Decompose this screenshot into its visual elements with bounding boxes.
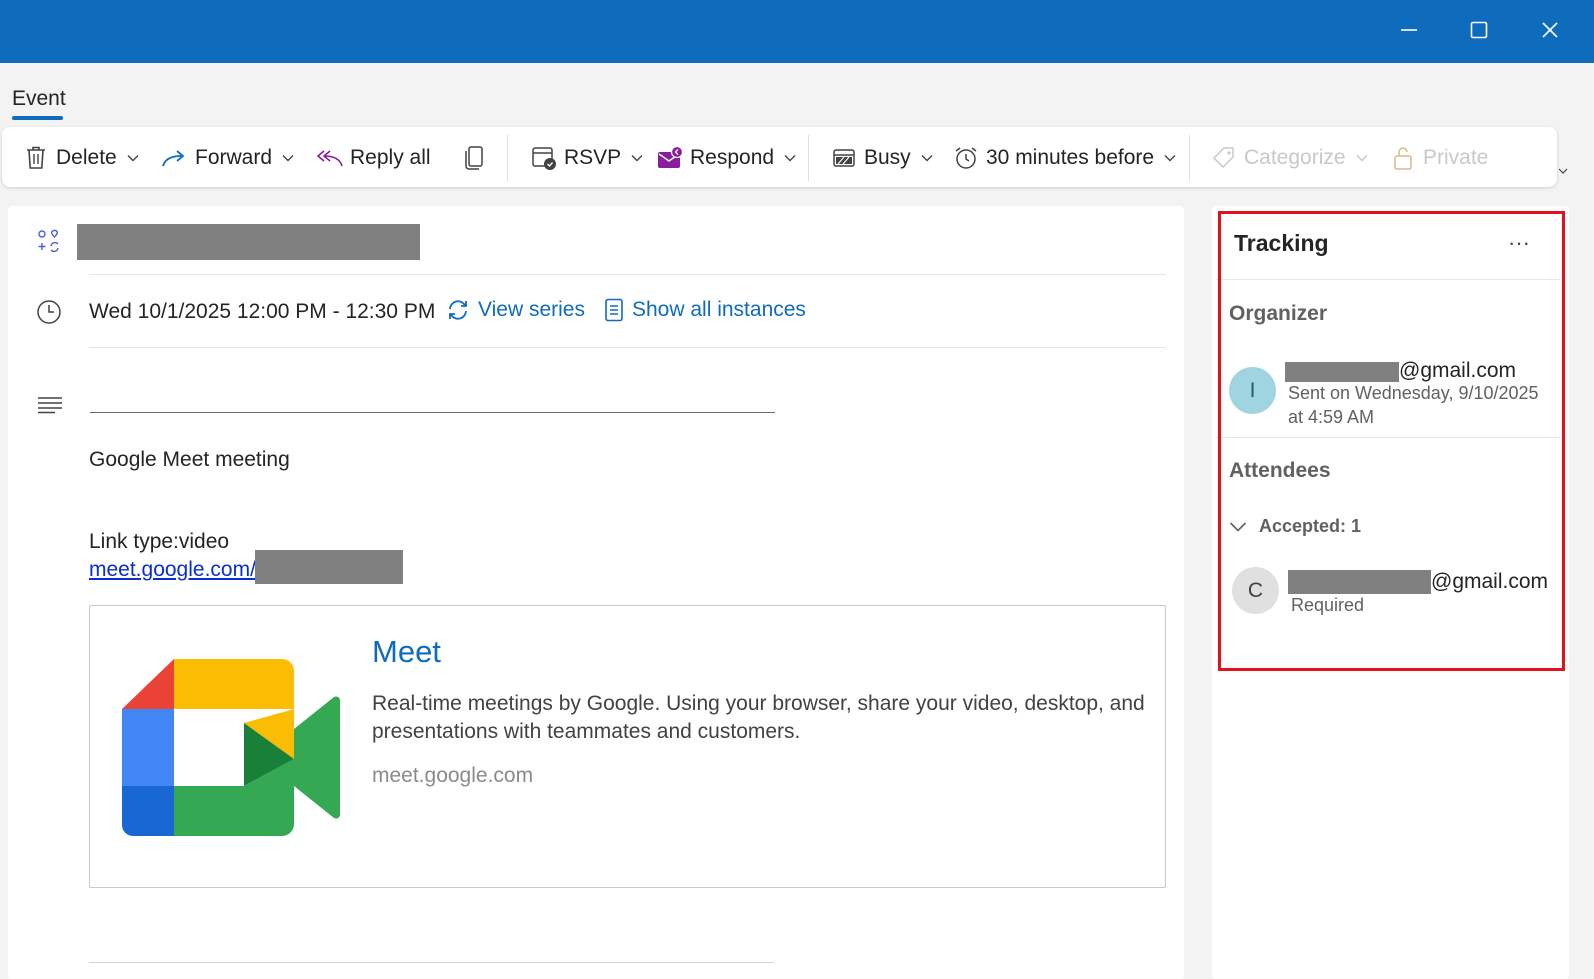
organizer-avatar[interactable]: I xyxy=(1229,367,1276,414)
rsvp-label: RSVP xyxy=(564,146,622,169)
lock-icon xyxy=(1389,144,1417,172)
delete-button[interactable]: Delete xyxy=(22,139,139,177)
preview-description: Real-time meetings by Google. Using your… xyxy=(372,692,1145,743)
private-button[interactable]: Private xyxy=(1389,139,1488,177)
chevron-down-icon xyxy=(1229,521,1247,533)
ribbon-tabs: Event xyxy=(0,63,1594,125)
delete-label: Delete xyxy=(56,146,117,169)
maximize-icon xyxy=(1470,21,1488,39)
busy-status-icon xyxy=(830,144,858,172)
accepted-label: Accepted: 1 xyxy=(1259,516,1362,536)
chevron-down-icon[interactable] xyxy=(1356,154,1368,162)
chevron-down-icon[interactable] xyxy=(1164,154,1176,162)
forward-arrow-icon xyxy=(161,144,189,172)
tab-active-indicator xyxy=(12,116,63,120)
body-separator-line xyxy=(90,412,775,413)
divider xyxy=(1216,279,1560,280)
alarm-clock-icon xyxy=(952,144,980,172)
organizer-heading: Organizer xyxy=(1229,302,1328,325)
forward-button[interactable]: Forward xyxy=(161,139,294,177)
divider xyxy=(89,347,1166,348)
preview-domain: meet.google.com xyxy=(372,764,534,787)
preview-title[interactable]: Meet xyxy=(372,634,441,670)
organizer-email-redacted xyxy=(1285,362,1399,382)
rsvp-button[interactable]: RSVP xyxy=(530,139,643,177)
subject-redacted xyxy=(77,224,420,260)
chevron-down-icon[interactable] xyxy=(921,154,933,162)
calendar-rsvp-icon xyxy=(530,144,558,172)
divider xyxy=(1216,437,1560,438)
toolbar-separator xyxy=(507,135,508,181)
trash-icon xyxy=(22,144,50,172)
organizer-email[interactable]: @gmail.com xyxy=(1399,359,1516,383)
clock-icon xyxy=(36,299,62,330)
chevron-down-icon[interactable] xyxy=(784,154,796,162)
private-label: Private xyxy=(1423,146,1489,169)
event-type-icon xyxy=(36,228,62,254)
maximize-button[interactable] xyxy=(1457,10,1501,50)
tracking-title: Tracking xyxy=(1234,230,1329,256)
text-lines-icon xyxy=(37,396,63,419)
attendee-avatar[interactable]: C xyxy=(1232,567,1279,614)
body-link-type: Link type:video xyxy=(89,530,230,553)
chevron-down-icon[interactable] xyxy=(127,154,139,162)
minimize-button[interactable] xyxy=(1387,10,1431,50)
organizer-sent-date: Sent on Wednesday, 9/10/2025 xyxy=(1288,383,1539,403)
reply-all-label: Reply all xyxy=(350,146,431,169)
toolbar-overflow-chevron-icon[interactable] xyxy=(1558,162,1568,180)
google-meet-logo-icon xyxy=(122,657,340,837)
show-all-instances-button[interactable]: Show all instances xyxy=(604,298,806,322)
reply-all-icon xyxy=(316,144,344,172)
respond-label: Respond xyxy=(690,146,775,169)
toolbar: Delete Forward Reply all RSVP Respond Bu… xyxy=(2,127,1557,187)
more-options-button[interactable]: ··· xyxy=(1504,228,1534,258)
body-meeting-title: Google Meet meeting xyxy=(89,448,290,471)
tab-event[interactable]: Event xyxy=(12,87,66,111)
minimize-icon xyxy=(1401,29,1417,31)
categorize-button[interactable]: Categorize xyxy=(1210,139,1368,177)
view-series-label: View series xyxy=(478,298,585,321)
toolbar-separator xyxy=(1189,135,1190,181)
forward-label: Forward xyxy=(195,146,273,169)
meet-code-redacted xyxy=(255,550,403,584)
busy-label: Busy xyxy=(864,146,911,169)
show-as-busy-button[interactable]: Busy xyxy=(830,139,933,177)
copy-icon xyxy=(460,144,488,172)
meet-link[interactable]: meet.google.com/ xyxy=(89,558,256,582)
reminder-button[interactable]: 30 minutes before xyxy=(952,139,1176,177)
respond-button[interactable]: Respond xyxy=(656,139,796,177)
title-bar xyxy=(0,0,1594,63)
organizer-sent-time: at 4:59 AM xyxy=(1288,407,1375,427)
divider xyxy=(89,274,1166,275)
reminder-label: 30 minutes before xyxy=(986,146,1155,169)
categorize-label: Categorize xyxy=(1244,146,1346,169)
view-series-button[interactable]: View series xyxy=(446,298,585,322)
attendee-role: Required xyxy=(1291,595,1365,615)
chevron-down-icon[interactable] xyxy=(631,154,643,162)
respond-mail-icon xyxy=(656,144,684,172)
event-date-time: Wed 10/1/2025 12:00 PM - 12:30 PM xyxy=(89,300,436,323)
tag-icon xyxy=(1210,144,1238,172)
accepted-group-toggle[interactable]: Accepted: 1 xyxy=(1229,516,1361,537)
show-all-instances-label: Show all instances xyxy=(632,298,806,321)
chevron-down-icon[interactable] xyxy=(282,154,294,162)
document-list-icon xyxy=(604,298,624,322)
reply-all-button[interactable]: Reply all xyxy=(316,139,431,177)
refresh-series-icon xyxy=(446,298,470,322)
close-icon xyxy=(1542,22,1558,38)
close-button[interactable] xyxy=(1528,10,1572,50)
copy-button[interactable] xyxy=(460,139,494,177)
toolbar-separator xyxy=(808,135,809,181)
body-bottom-separator xyxy=(89,962,774,963)
attendee-email[interactable]: @gmail.com xyxy=(1431,570,1548,594)
attendees-heading: Attendees xyxy=(1229,459,1331,482)
attendee-email-redacted xyxy=(1288,570,1431,594)
